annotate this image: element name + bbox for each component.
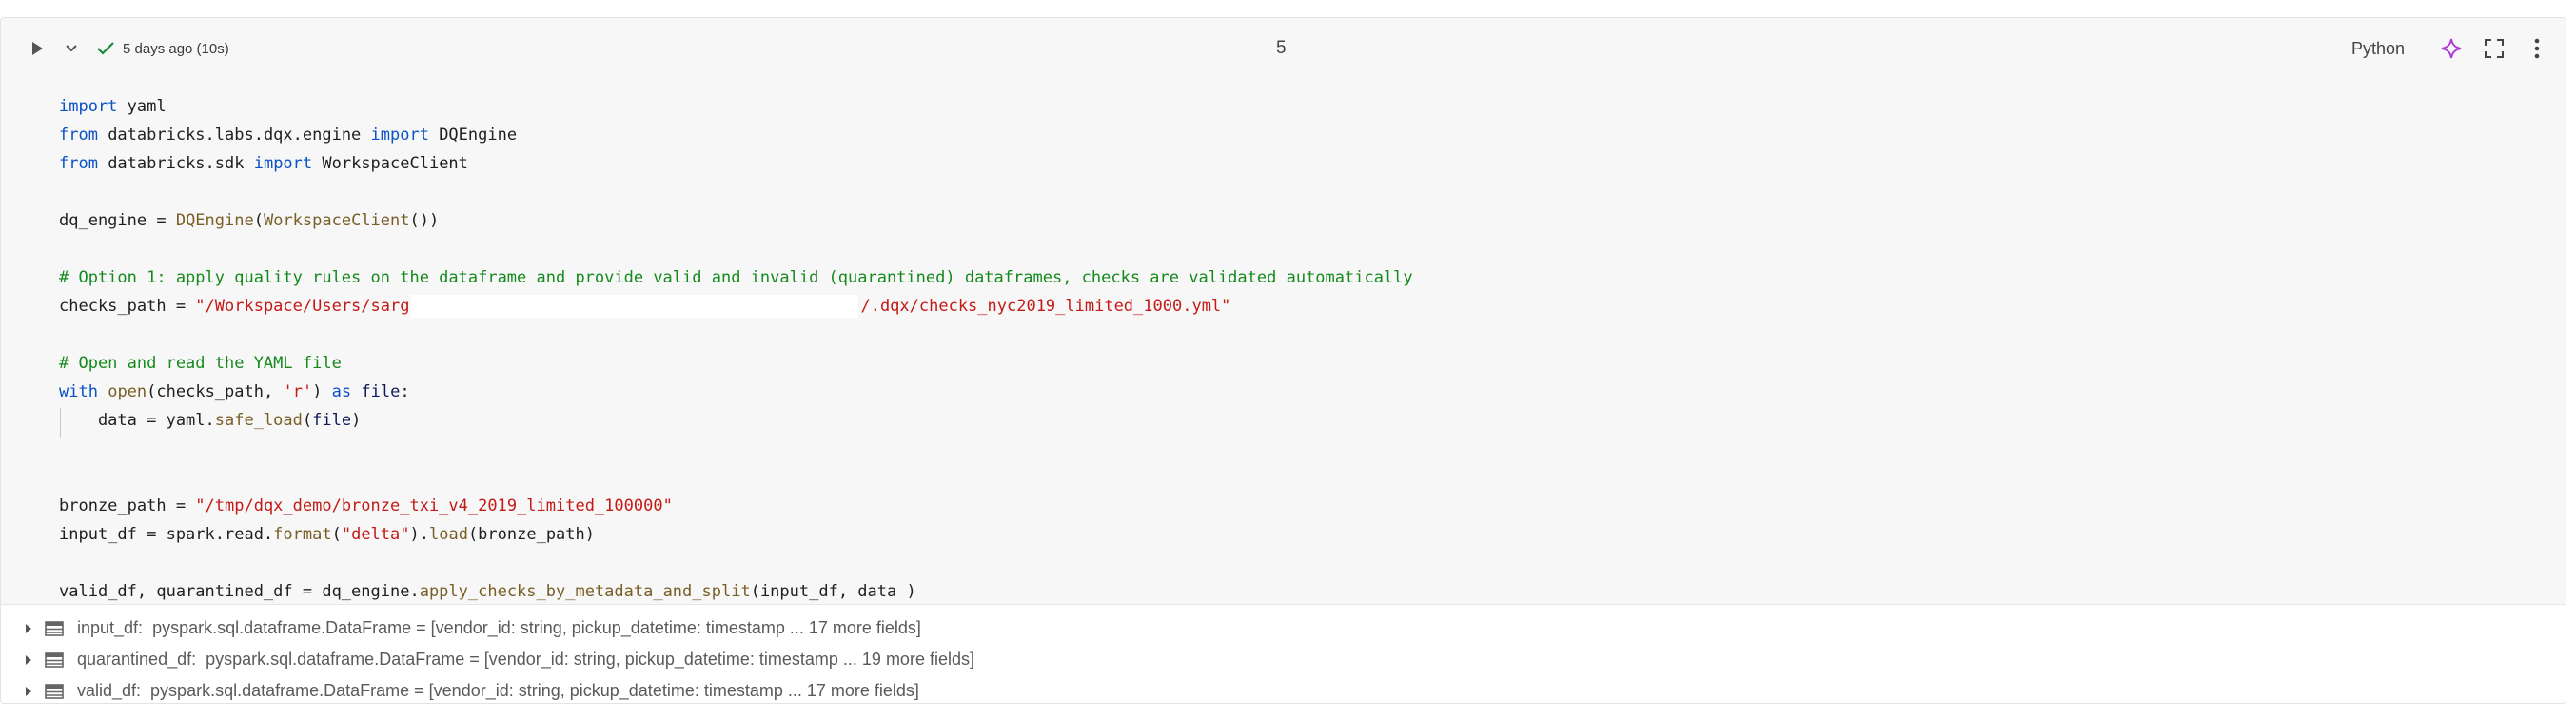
code-token: import (253, 154, 313, 173)
code-token: (input_df, data ) (750, 582, 916, 601)
code-token: data = yaml. (59, 411, 215, 430)
code-token: from (59, 154, 98, 173)
code-token: file (361, 382, 401, 401)
assistant-button[interactable] (2437, 18, 2466, 79)
code-token: dq_engine = (59, 211, 176, 230)
code-token: (bronze_path) (467, 525, 595, 544)
check-icon (97, 42, 114, 55)
code-token: ( (302, 411, 313, 430)
indent-guide (60, 408, 61, 438)
code-token: load (428, 525, 468, 544)
code-line-2: from databricks.labs.dqx.engine import D… (59, 121, 517, 149)
output-var-type: pyspark.sql.dataframe.DataFrame = [vendo… (206, 650, 974, 669)
chevron-down-icon (66, 45, 77, 52)
code-token: checks_path = (59, 297, 196, 316)
code-editor[interactable]: import yaml from databricks.labs.dqx.eng… (1, 75, 2566, 612)
code-string: /.dqx/checks_nyc2019_limited_1000.yml" (860, 297, 1231, 316)
code-token: valid_df, quarantined_df = dq_engine. (59, 582, 420, 601)
run-status-text: 5 days ago (10s) (123, 40, 229, 57)
code-token: ( (331, 525, 342, 544)
caret-right-icon[interactable] (22, 654, 35, 666)
code-token: bronze_path = (59, 496, 196, 515)
run-cell-button[interactable] (24, 18, 50, 79)
code-token: from (59, 126, 98, 145)
code-token: DQEngine (175, 211, 254, 230)
language-selector[interactable]: Python (2351, 18, 2405, 79)
code-token: file (312, 411, 352, 430)
code-token: format (273, 525, 332, 544)
code-line-8: checks_path = "/Workspace/Users/sarg /.dq… (59, 292, 1230, 321)
cell-toolbar: 5 days ago (10s) 5 Python (1, 18, 2566, 79)
code-token: import (59, 97, 118, 116)
cell-outputs: input_df: pyspark.sql.dataframe.DataFram… (1, 604, 2566, 703)
code-token: ( (253, 211, 264, 230)
assistant-sparkle-icon (2441, 38, 2462, 59)
run-options-button[interactable] (60, 18, 83, 79)
caret-right-icon[interactable] (22, 686, 35, 697)
caret-right-icon[interactable] (22, 623, 35, 634)
code-token: : (400, 382, 410, 401)
code-token: databricks.sdk (97, 154, 254, 173)
redacted-region (411, 295, 859, 318)
code-token: safe_load (214, 411, 303, 430)
expand-icon (2485, 39, 2504, 58)
code-token: as (331, 382, 352, 401)
expand-button[interactable] (2480, 18, 2508, 79)
code-string: "/tmp/dqx_demo/bronze_txi_v4_2019_limite… (195, 496, 673, 515)
output-var-type: pyspark.sql.dataframe.DataFrame = [vendo… (150, 681, 919, 700)
code-token: yaml (117, 97, 167, 116)
run-status: 5 days ago (10s) (96, 18, 229, 79)
output-var-type: pyspark.sql.dataframe.DataFrame = [vendo… (152, 618, 921, 637)
play-icon (32, 42, 43, 55)
output-var-name: valid_df: (77, 681, 142, 700)
code-line-10: # Open and read the YAML file (59, 349, 342, 378)
code-token: databricks.labs.dqx.engine (97, 126, 371, 145)
output-var-name: quarantined_df: (77, 650, 197, 669)
output-row-quarantined-df[interactable]: quarantined_df: pyspark.sql.dataframe.Da… (22, 644, 974, 675)
code-token: input_df = spark.read. (59, 525, 274, 544)
notebook-cell: 5 days ago (10s) 5 Python import yaml fr… (0, 17, 2566, 704)
code-token: ) (351, 411, 362, 430)
code-token: with (59, 382, 98, 401)
code-token: (checks_path, (147, 382, 284, 401)
code-token: ). (409, 525, 429, 544)
code-line-11: with open(checks_path, 'r') as file: (59, 378, 410, 406)
output-row-valid-df[interactable]: valid_df: pyspark.sql.dataframe.DataFram… (22, 675, 919, 703)
code-token: open (108, 382, 147, 401)
output-var-name: input_df: (77, 618, 144, 637)
table-icon (45, 683, 64, 699)
code-line-3: from databricks.sdk import WorkspaceClie… (59, 149, 468, 178)
code-token: ) (312, 382, 332, 401)
code-comment: # Open and read the YAML file (59, 354, 342, 373)
code-token: WorkspaceClient (263, 211, 410, 230)
code-string: "delta" (341, 525, 410, 544)
code-line-16: input_df = spark.read.format("delta").lo… (59, 520, 595, 549)
more-vertical-icon (2534, 38, 2540, 59)
table-icon (45, 651, 64, 668)
code-comment: # Option 1: apply quality rules on the d… (59, 268, 1413, 287)
code-token: DQEngine (428, 126, 518, 145)
code-line-18: valid_df, quarantined_df = dq_engine.app… (59, 577, 916, 606)
code-line-5: dq_engine = DQEngine(WorkspaceClient()) (59, 206, 439, 235)
code-line-7: # Option 1: apply quality rules on the d… (59, 263, 1413, 292)
output-row-input-df[interactable]: input_df: pyspark.sql.dataframe.DataFram… (22, 612, 921, 644)
code-token: WorkspaceClient (312, 154, 468, 173)
cell-number: 5 (1276, 38, 1287, 58)
more-options-button[interactable] (2523, 18, 2551, 79)
code-token: ()) (409, 211, 440, 230)
table-icon (45, 620, 64, 636)
code-line-1: import yaml (59, 92, 167, 121)
code-line-12: data = yaml.safe_load(file) (59, 406, 361, 435)
code-string: 'r' (283, 382, 313, 401)
code-token: apply_checks_by_metadata_and_split (419, 582, 751, 601)
code-line-15: bronze_path = "/tmp/dqx_demo/bronze_txi_… (59, 492, 673, 520)
code-string: "/Workspace/Users/sarg (195, 297, 410, 316)
code-token: import (370, 126, 429, 145)
